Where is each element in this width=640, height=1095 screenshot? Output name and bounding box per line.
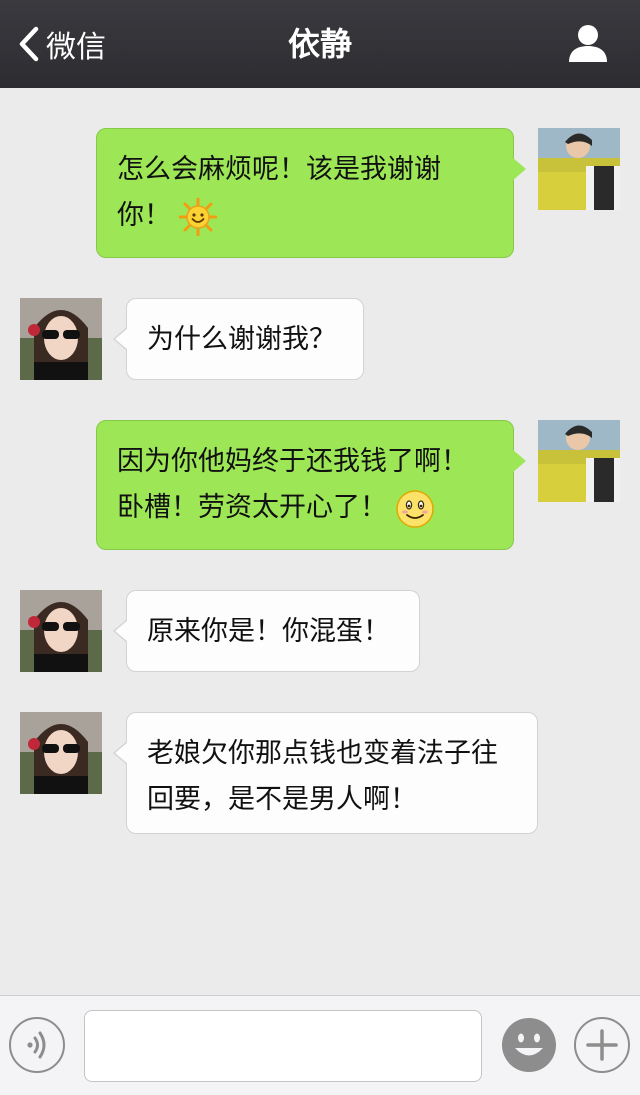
sun-smile-emoji-icon (179, 197, 217, 236)
my-avatar[interactable] (538, 420, 620, 502)
message-line: 为什么谢谢我？ (147, 324, 336, 355)
voice-icon (11, 1031, 63, 1075)
message-bubble-outgoing[interactable]: 怎么会麻烦呢！该是我谢谢 你！ (96, 128, 526, 258)
more-options-button[interactable] (574, 1017, 630, 1073)
my-avatar[interactable] (538, 128, 620, 210)
message-row: 老娘欠你那点钱也变着法子往 回要，是不是男人啊！ (0, 712, 640, 834)
message-bubble-outgoing[interactable]: 因为你他妈终于还我钱了啊！ 卧槽！劳资太开心了！ (96, 420, 526, 550)
person-icon (566, 25, 610, 70)
message-line: 回要，是不是男人啊！ (147, 784, 417, 815)
message-row: 因为你他妈终于还我钱了啊！ 卧槽！劳资太开心了！ (0, 420, 640, 550)
message-line: 因为你他妈终于还我钱了啊！ (117, 446, 468, 477)
message-row: 怎么会麻烦呢！该是我谢谢 你！ (0, 128, 640, 258)
back-button[interactable]: 微信 (18, 22, 106, 66)
voice-input-button[interactable] (9, 1017, 65, 1073)
back-label: 微信 (46, 30, 106, 65)
message-line: 卧槽！劳资太开心了！ (117, 485, 493, 531)
message-row: 为什么谢谢我？ (0, 298, 640, 380)
contact-avatar[interactable] (20, 298, 102, 380)
message-line: 原来你是！你混蛋！ (147, 616, 390, 647)
message-row: 原来你是！你混蛋！ (0, 590, 640, 672)
chat-title: 依静 (287, 25, 352, 63)
plus-icon (576, 1029, 628, 1075)
chevron-left-icon (18, 26, 40, 62)
contact-avatar[interactable] (20, 712, 102, 794)
message-list[interactable]: 怎么会麻烦呢！该是我谢谢 你！ 为什么谢谢我？ 因为你他妈终于还我钱了啊！ 卧槽… (0, 88, 640, 995)
smiley-icon (501, 1018, 557, 1077)
message-bubble-incoming[interactable]: 原来你是！你混蛋！ (113, 590, 420, 672)
chat-info-button[interactable] (566, 22, 610, 66)
message-line: 老娘欠你那点钱也变着法子往 (147, 738, 498, 769)
nav-bar: 微信 依静 (0, 0, 640, 88)
message-bubble-incoming[interactable]: 老娘欠你那点钱也变着法子往 回要，是不是男人啊！ (113, 712, 538, 834)
message-line: 怎么会麻烦呢！该是我谢谢 (117, 154, 441, 185)
message-line: 你！ (117, 193, 493, 239)
emoji-button[interactable] (501, 1017, 557, 1073)
contact-avatar[interactable] (20, 590, 102, 672)
message-input[interactable] (84, 1010, 482, 1082)
message-bubble-incoming[interactable]: 为什么谢谢我？ (113, 298, 364, 380)
smile-emoji-icon (395, 489, 435, 529)
input-toolbar (0, 995, 640, 1095)
